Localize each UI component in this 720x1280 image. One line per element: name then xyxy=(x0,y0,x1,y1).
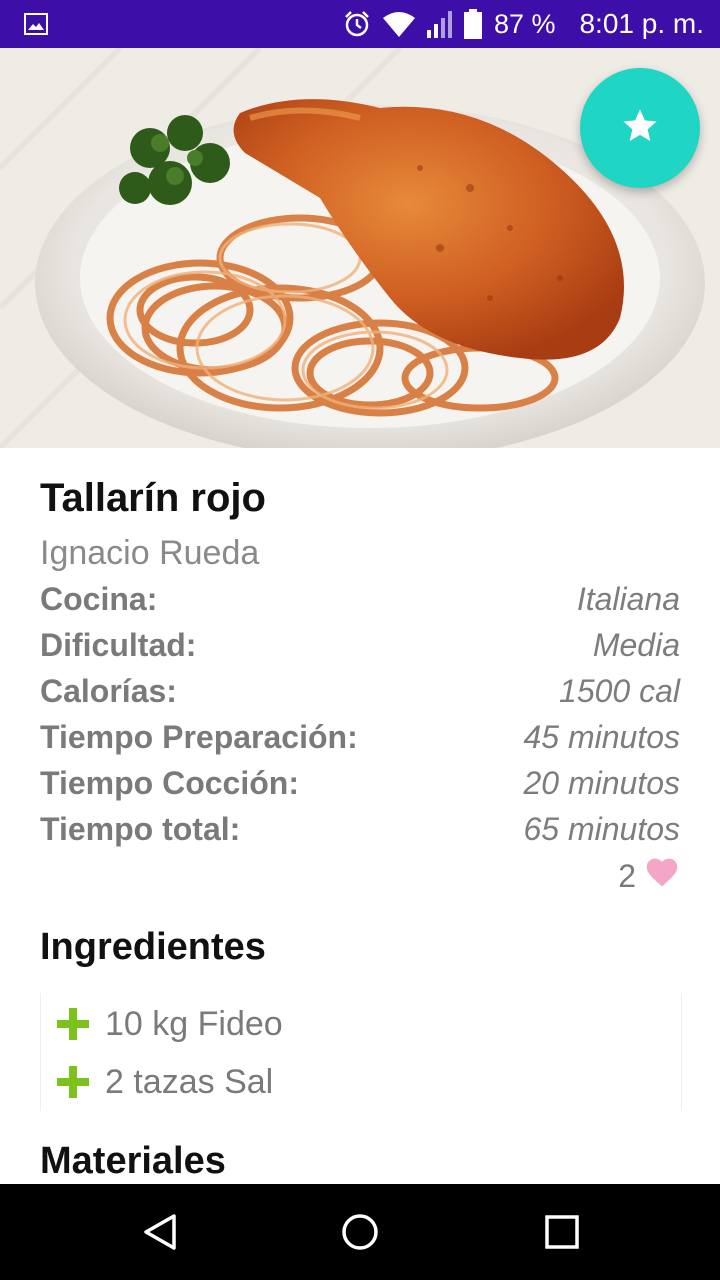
signal-icon xyxy=(426,10,454,38)
back-icon[interactable] xyxy=(140,1212,180,1252)
recipe-title: Tallarín rojo xyxy=(40,476,266,520)
detail-label: Dificultad: xyxy=(40,627,197,663)
detail-value: Media xyxy=(592,627,680,663)
home-icon[interactable] xyxy=(340,1212,380,1252)
detail-row-cocina: Cocina: Italiana xyxy=(40,581,680,621)
detail-label: Cocina: xyxy=(40,581,158,617)
star-icon xyxy=(620,106,660,150)
like-counter[interactable]: 2 xyxy=(618,856,680,896)
detail-value: 45 minutos xyxy=(523,719,680,755)
detail-value: Italiana xyxy=(576,581,680,617)
ingredients-list: 10 kg Fideo 2 tazas Sal xyxy=(40,993,682,1111)
plus-icon xyxy=(55,1006,91,1042)
wifi-icon xyxy=(382,10,416,38)
heart-icon[interactable] xyxy=(644,856,680,896)
battery-percent: 87 % xyxy=(493,8,556,39)
detail-label: Tiempo total: xyxy=(40,811,241,847)
navigation-bar xyxy=(0,1184,720,1280)
like-count: 2 xyxy=(618,857,636,894)
detail-row-dificultad: Dificultad: Media xyxy=(40,627,680,667)
battery-icon xyxy=(463,9,482,39)
recipe-author: Ignacio Rueda xyxy=(40,534,260,572)
alarm-icon xyxy=(342,9,372,39)
detail-label: Tiempo Preparación: xyxy=(40,719,358,755)
materials-title: Materiales xyxy=(40,1140,226,1182)
recents-icon[interactable] xyxy=(542,1212,582,1252)
detail-label: Tiempo Cocción: xyxy=(40,765,299,801)
detail-value: 20 minutos xyxy=(523,765,680,801)
detail-label: Calorías: xyxy=(40,673,177,709)
detail-value: 1500 cal xyxy=(559,673,680,709)
list-item[interactable]: 2 tazas Sal xyxy=(41,1053,681,1111)
ingredient-text: 10 kg Fideo xyxy=(105,1004,283,1043)
image-icon xyxy=(24,12,48,36)
ingredient-text: 2 tazas Sal xyxy=(105,1062,274,1101)
detail-row-calorias: Calorías: 1500 cal xyxy=(40,673,680,713)
detail-row-tiempo-preparacion: Tiempo Preparación: 45 minutos xyxy=(40,719,680,759)
detail-value: 65 minutos xyxy=(523,811,680,847)
list-item[interactable]: 10 kg Fideo xyxy=(41,995,681,1053)
favorite-button[interactable] xyxy=(580,68,700,188)
clock: 8:01 p. m. xyxy=(579,8,704,39)
detail-row-tiempo-total: Tiempo total: 65 minutos xyxy=(40,811,680,851)
status-bar: 87 % 8:01 p. m. xyxy=(0,0,720,48)
ingredients-title: Ingredientes xyxy=(40,926,266,968)
plus-icon xyxy=(55,1064,91,1100)
detail-row-tiempo-coccion: Tiempo Cocción: 20 minutos xyxy=(40,765,680,805)
